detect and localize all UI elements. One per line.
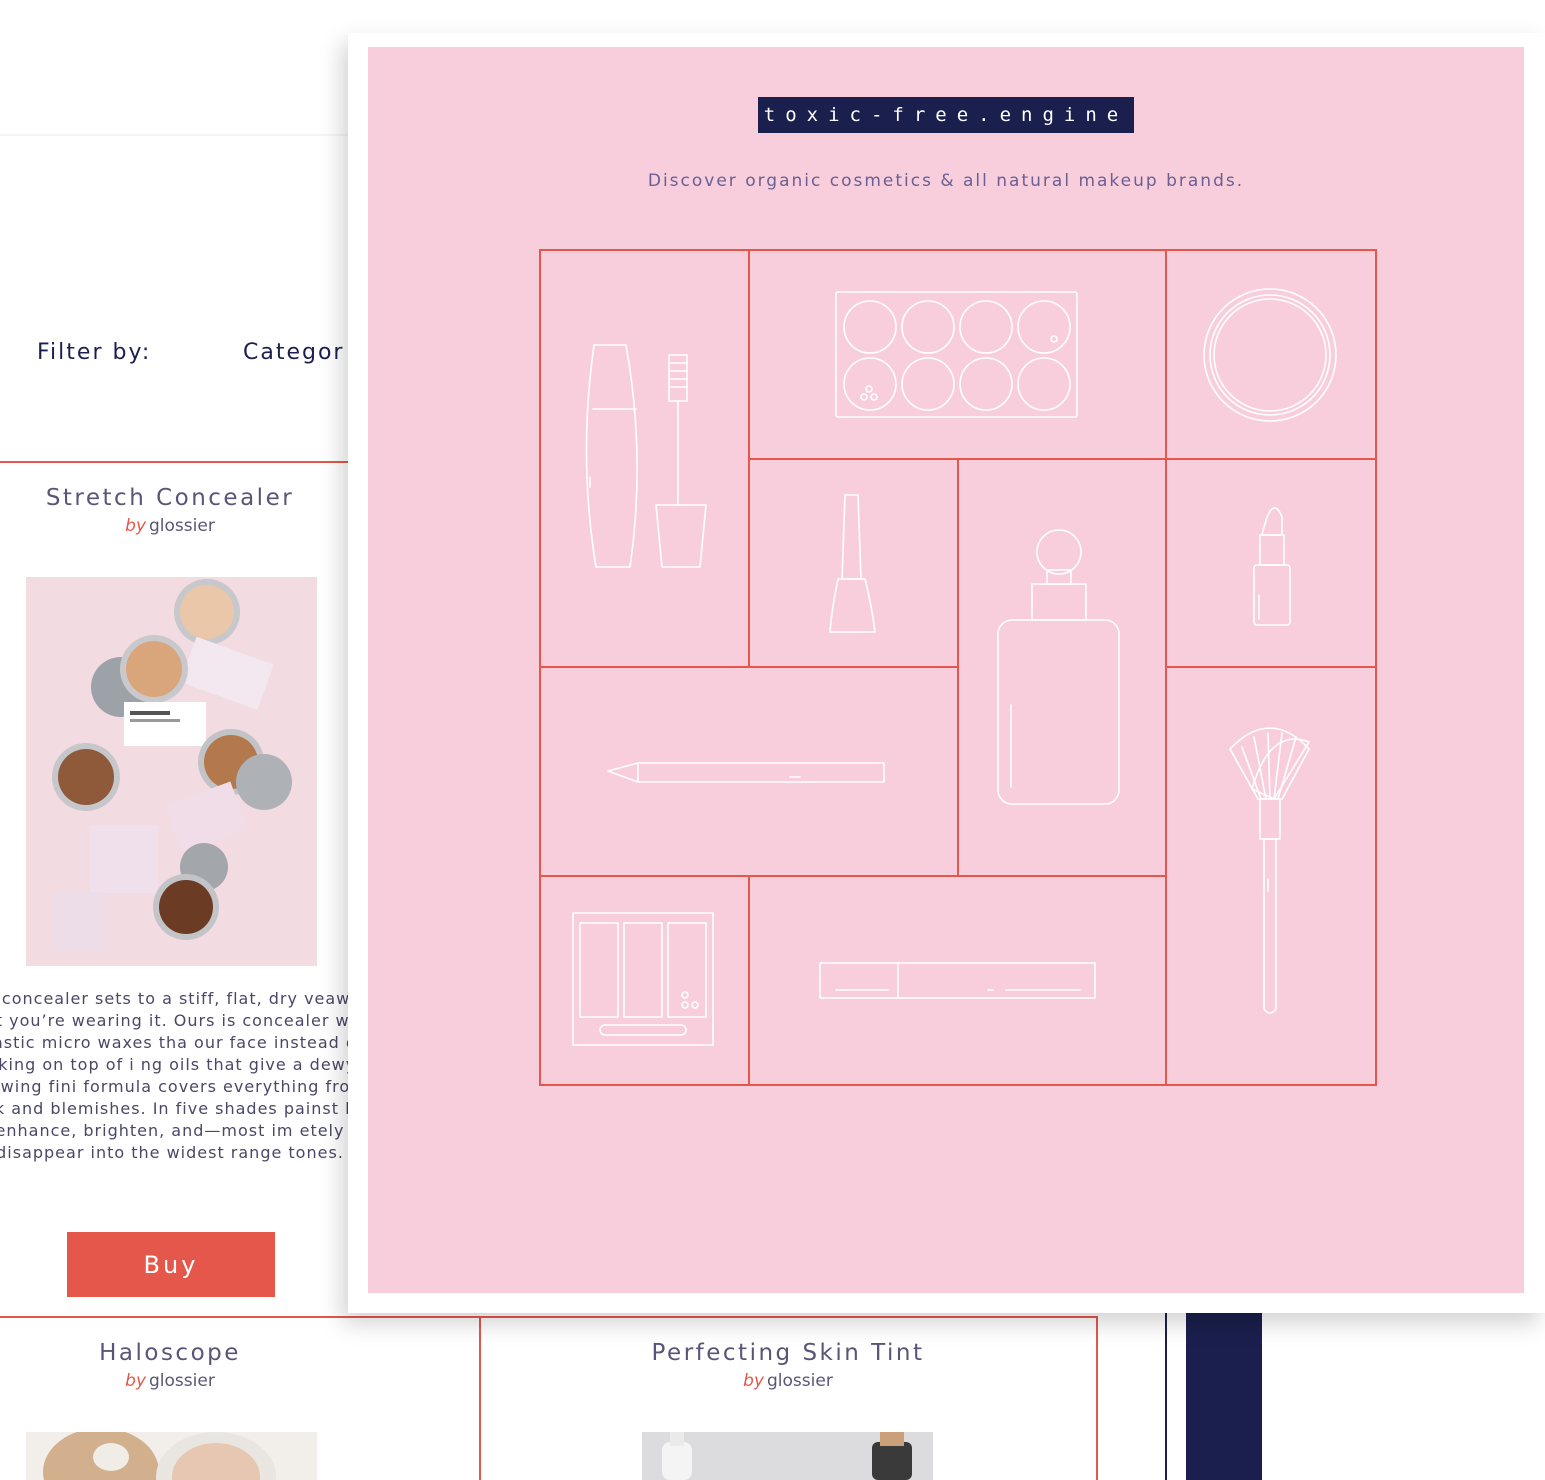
- product-grid-divider: [1096, 1316, 1098, 1480]
- product-description: nal concealer sets to a stiff, flat, dry…: [0, 989, 375, 1162]
- category-filter[interactable]: Categor: [243, 340, 344, 365]
- concealer-stick-icon: [819, 962, 1096, 999]
- modal: toxic-free.engine Discover organic cosme…: [348, 33, 1545, 1313]
- product-grid-divider: [0, 1316, 1098, 1318]
- brand-name: glossier: [149, 516, 215, 536]
- nail-polish-icon: [829, 494, 876, 633]
- brand-name: glossier: [149, 1371, 215, 1391]
- product-image[interactable]: [26, 1432, 317, 1480]
- eyeshadow-trio-icon: [572, 912, 714, 1046]
- product-title[interactable]: Haloscope: [20, 1340, 320, 1366]
- filter-label: Filter by:: [37, 340, 152, 365]
- eyeliner-pencil-icon: [607, 762, 885, 783]
- by-label: by: [125, 1371, 147, 1391]
- product-image[interactable]: [26, 577, 317, 966]
- mascara-icon: [585, 344, 707, 568]
- modal-content: toxic-free.engine Discover organic cosme…: [368, 47, 1524, 1293]
- product-brand: by glossier: [20, 516, 320, 536]
- makeup-icon-grid: [539, 249, 1377, 1086]
- product-title[interactable]: Perfecting Skin Tint: [588, 1340, 988, 1366]
- foundation-bottle-icon: [997, 529, 1120, 805]
- product-grid-divider: [479, 1316, 481, 1480]
- compact-powder-icon: [1203, 288, 1337, 422]
- brand-name: glossier: [767, 1371, 833, 1391]
- buy-button[interactable]: Buy: [67, 1232, 275, 1297]
- side-navy-bar: [1186, 1300, 1262, 1480]
- makeup-brush-icon: [1229, 727, 1310, 1014]
- product-brand: by glossier: [588, 1371, 988, 1391]
- by-label: by: [125, 516, 147, 536]
- product-row-divider: [0, 461, 350, 463]
- side-navy-line: [1165, 1300, 1167, 1480]
- product-brand: by glossier: [20, 1371, 320, 1391]
- product-title[interactable]: Stretch Concealer: [20, 485, 320, 511]
- eyeshadow-palette-icon: [835, 291, 1078, 418]
- by-label: by: [743, 1371, 765, 1391]
- product-image[interactable]: [642, 1432, 933, 1480]
- lipstick-icon: [1253, 507, 1291, 626]
